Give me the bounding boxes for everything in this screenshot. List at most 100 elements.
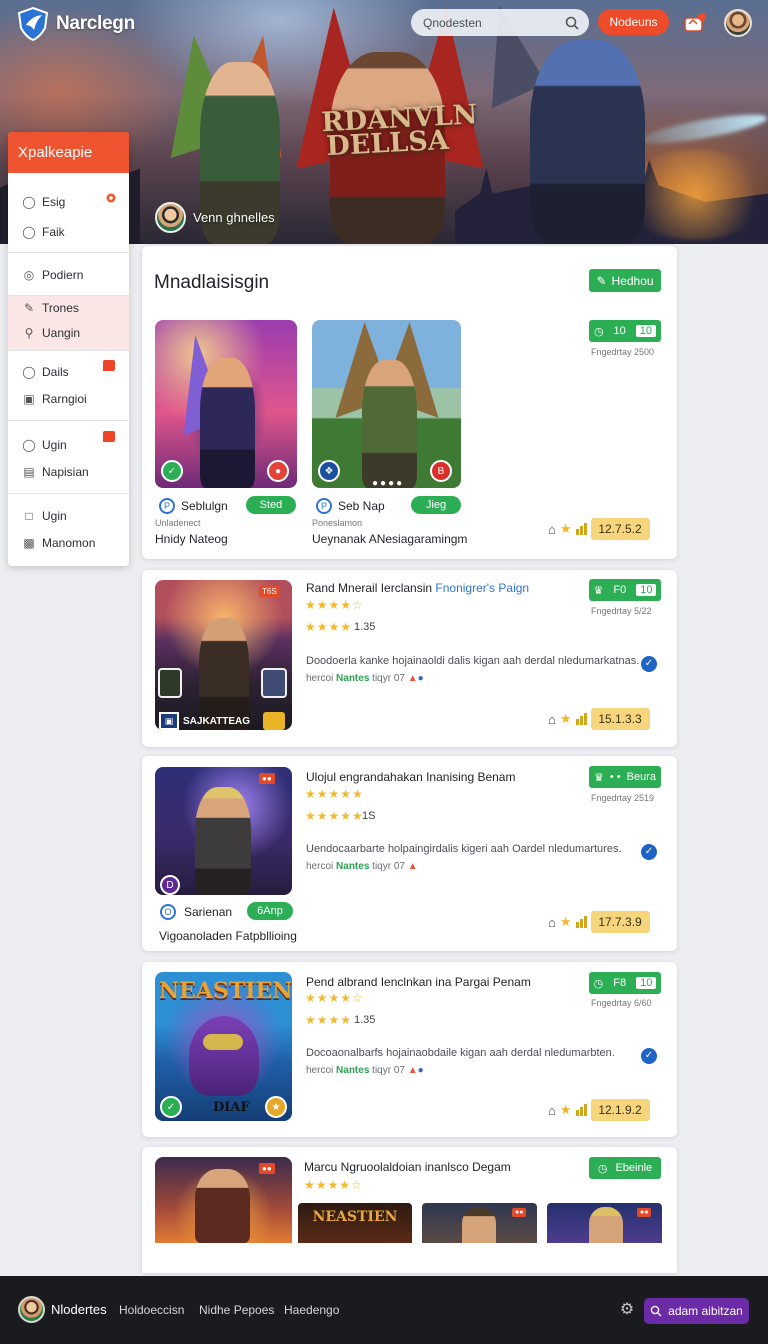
sidebar-item-podiern[interactable]: ◎ Podiern [8, 262, 129, 288]
sidebar-item-trones[interactable]: ✎ Trones [8, 295, 129, 321]
sidebar-item-rarngioi[interactable]: ▣ Rarngioi [8, 386, 129, 412]
bottom-bar: Nlodertes Holdoeccisn Nidhe Pepoes Haede… [0, 1276, 768, 1344]
character-figure [199, 618, 249, 730]
listing-3-pill: ◷ F8 10 [589, 972, 661, 994]
brand-logo[interactable]: Narclegn [16, 6, 135, 42]
search-input[interactable] [423, 15, 565, 30]
sidebar-item-manomon[interactable]: ▩ Manomon [8, 530, 129, 556]
game-1-name: Seblulgn [181, 499, 228, 513]
listing-3-rating[interactable]: ⌂ ★ 12.1.9.2 [548, 1099, 650, 1121]
game-art-1[interactable]: ✓ ● [155, 320, 297, 488]
bars-icon [575, 916, 587, 928]
sidebar-item-label: Rarngioi [42, 392, 87, 406]
score-badge: 12.1.9.2 [590, 1099, 650, 1121]
sidebar-item-napisian[interactable]: ▤ Napisian [8, 459, 129, 485]
listing-1-title[interactable]: Rand Mnerail Ierclansin Fnonigrer's Paig… [306, 581, 529, 595]
rating-text: 1S [362, 810, 376, 822]
featured-heading: Mnadlaisisgin [154, 272, 270, 293]
game-2-label[interactable]: P Seb Nap [316, 498, 385, 514]
listing-2-pill: ♛ • • Beura [589, 766, 661, 788]
doc-icon: □ [25, 509, 33, 523]
user-icon: ◯ [22, 225, 36, 239]
sidebar-item-label: Esig [42, 195, 66, 209]
mini-portrait [261, 668, 287, 698]
home-icon: ⌂ [548, 1102, 556, 1118]
art-caption: DIAF [213, 1100, 250, 1115]
listing-card-1[interactable]: T6S ▣ SAJKATTEAG Rand Mnerail Ierclansin… [142, 570, 677, 747]
laser-beam [639, 109, 768, 149]
thumb-2[interactable]: ●● [422, 1203, 537, 1243]
user-avatar[interactable] [724, 9, 752, 37]
thumb-1[interactable]: NEASTIEN [298, 1203, 412, 1243]
robot-figure-right [530, 40, 645, 244]
bottom-avatar[interactable] [18, 1296, 45, 1323]
listing-date: Fngedrtay 5/22 [591, 606, 652, 616]
thumb-3[interactable]: ●● [547, 1203, 662, 1243]
game-2-tag[interactable]: Jieg [411, 496, 461, 514]
gear-badge-icon [106, 193, 116, 203]
listing-1-rating[interactable]: ⌂ ★ 15.1.3.3 [548, 708, 650, 730]
character-figure [195, 787, 251, 895]
game-1-label[interactable]: P Seblulgn [159, 498, 228, 514]
listing-2-title[interactable]: Ulojul engrandahakan Inanising Benam [306, 770, 515, 784]
featured-card: Mnadlaisisgin ✎ Hedhou ◷ 10 10 Fngedrtay… [142, 246, 677, 559]
flame-icon: ▲ [407, 1065, 418, 1076]
clock-icon: ◷ [593, 977, 604, 990]
bottom-cta-button[interactable]: adam aibitzan [644, 1298, 749, 1324]
listing-2-user-tag[interactable]: 6Anp [247, 902, 293, 920]
featured-hedhou-button[interactable]: ✎ Hedhou [589, 269, 661, 292]
listing-2-rating[interactable]: ⌂ ★ 17.7.3.9 [548, 911, 650, 933]
game-1-tag[interactable]: Sted [246, 496, 296, 514]
listing-card-4[interactable]: ●● Marcu Ngruoolaldoian inanlsco Degam ★… [142, 1147, 677, 1273]
bottom-brand[interactable]: Nlodertes [51, 1302, 107, 1317]
listing-2-user[interactable]: O Sarienan [160, 904, 232, 920]
game-art-2[interactable]: ❖ ●●●● B [312, 320, 461, 488]
bottom-link-2[interactable]: Nidhe Pepoes [199, 1303, 274, 1317]
home-icon: ⌂ [548, 914, 556, 930]
gear-icon[interactable]: ⚙ [618, 1301, 636, 1319]
tag-label: Jieg [425, 499, 447, 511]
gift-icon: ▩ [23, 536, 35, 550]
listing-4-title[interactable]: Marcu Ngruoolaldoian inanlsco Degam [304, 1160, 511, 1174]
listing-1-art: T6S ▣ SAJKATTEAG [155, 580, 292, 730]
brand-name: Narclegn [56, 13, 135, 34]
bottom-link-1[interactable]: Holdoeccisn [119, 1303, 184, 1317]
sidebar-item-ugin-2[interactable]: □ Ugin [8, 503, 129, 529]
thumb-title: NEASTIEN [312, 1209, 398, 1225]
trophy-icon: ♛ [593, 584, 604, 597]
listing-2-caption: Vigoanoladen Fatpbllioing [159, 929, 297, 943]
sidebar-item-faik[interactable]: ◯ Faik [8, 219, 129, 245]
verified-icon: ✓ [641, 656, 657, 672]
listing-4-pill: ◷ Ebeinle [589, 1157, 661, 1179]
creature-mask [203, 1034, 243, 1050]
art-corner-badge: T6S [259, 586, 280, 597]
listing-3-title[interactable]: Pend albrand Ienclnkan ina Pargai Penam [306, 975, 531, 989]
game-2-caption: Ueynanak ANesiagaramingm [312, 532, 468, 546]
search-icon[interactable] [565, 16, 579, 30]
hero-user[interactable]: Venn ghnelles [155, 202, 275, 233]
art-corner-badge: ●● [259, 1163, 275, 1174]
search-bar[interactable] [411, 9, 589, 36]
listing-card-2[interactable]: ●● D Ulojul engrandahakan Inanising Bena… [142, 756, 677, 951]
featured-rating[interactable]: ⌂ ★ 12.7.5.2 [548, 518, 650, 540]
listing-date: Fngedrtay 6/60 [591, 998, 652, 1008]
signup-button[interactable]: Nodeuns [598, 9, 669, 35]
sidebar-divider [8, 350, 129, 351]
meta-prefix: hercoi [306, 673, 334, 684]
listing-description: Docoaonalbarfs hojainaobdaile kigan aah … [306, 1047, 615, 1059]
sidebar-item-uangin[interactable]: ⚲ Uangin [8, 320, 129, 346]
carousel-dots[interactable]: ●●●● [372, 478, 404, 488]
score-badge: 12.7.5.2 [590, 518, 650, 540]
bottom-link-3[interactable]: Haedengo [284, 1303, 339, 1317]
listing-card-3[interactable]: NEASTIEN ✓ DIAF ★ Pend albrand Ienclnkan… [142, 962, 677, 1137]
sidebar-item-label: Dails [42, 365, 69, 379]
art-caption: SAJKATTEAG [183, 716, 251, 727]
fire-badge-icon: ● [267, 460, 289, 482]
star-rating: ★★★★★ [305, 809, 364, 823]
character-face [462, 1207, 496, 1243]
notification-icon[interactable] [683, 12, 707, 34]
star-rating: ★★★★☆ [304, 1178, 363, 1192]
home-icon: ⌂ [548, 521, 556, 537]
star-rating: ★★★★★ [305, 787, 364, 801]
tag-label: 6Anp [257, 905, 283, 917]
